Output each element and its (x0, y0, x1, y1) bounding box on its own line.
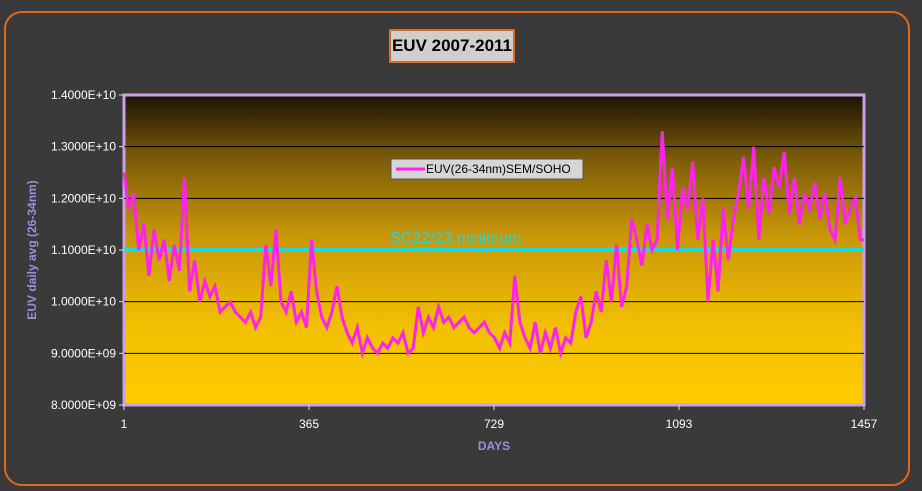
y-tick-label: 1.0000E+10 (51, 295, 116, 309)
chart-svg: 8.0000E+09 9.0000E+09 1.0000E+10 1.1000E+10… (25, 88, 878, 453)
x-tick-label: 1093 (666, 417, 693, 431)
legend: EUV(26-34nm)SEM/SOHO (390, 158, 584, 180)
y-tick-label: 1.3000E+10 (51, 140, 116, 154)
y-axis-label: EUV daily avg (26-34nm) (25, 180, 39, 319)
x-axis-ticks: 1 365 729 1093 1457 (121, 405, 878, 431)
x-tick-label: 1457 (851, 417, 878, 431)
x-tick-label: 1 (121, 417, 128, 431)
y-tick-label: 1.1000E+10 (51, 243, 116, 257)
y-tick-label: 1.4000E+10 (51, 88, 116, 102)
y-tick-label: 1.2000E+10 (51, 191, 116, 205)
annotation-label: SC22/23 minimum (390, 230, 522, 247)
legend-label: EUV(26-34nm)SEM/SOHO (426, 162, 571, 176)
y-tick-label: 9.0000E+09 (51, 346, 116, 360)
x-tick-label: 729 (484, 417, 504, 431)
x-tick-label: 365 (299, 417, 319, 431)
x-axis-label: DAYS (478, 439, 510, 453)
y-axis-ticks: 8.0000E+09 9.0000E+09 1.0000E+10 1.1000E+10… (51, 88, 124, 412)
y-tick-label: 8.0000E+09 (51, 398, 116, 412)
